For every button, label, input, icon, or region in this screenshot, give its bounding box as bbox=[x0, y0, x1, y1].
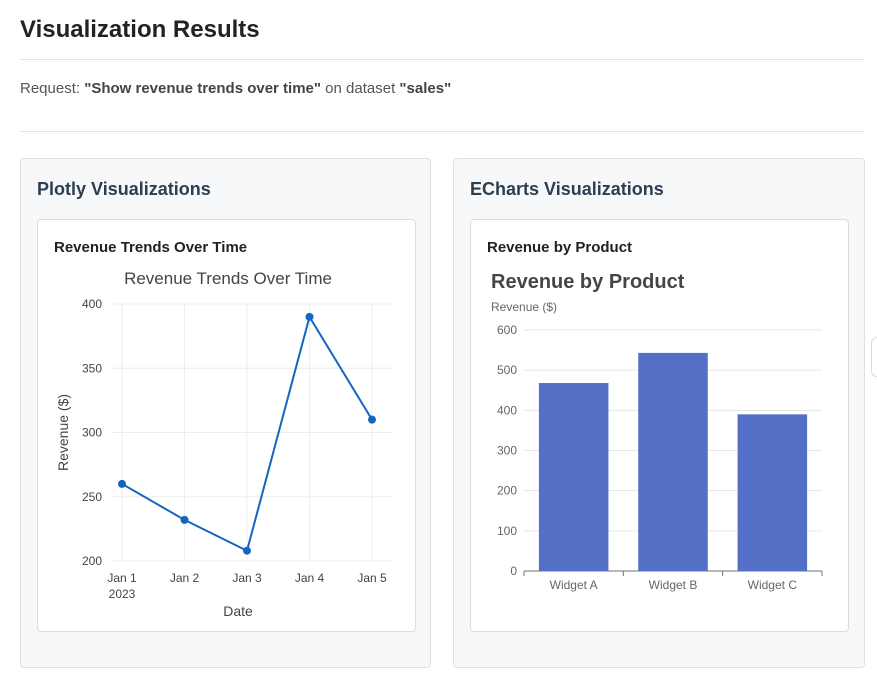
y-tick-label: 100 bbox=[497, 524, 517, 538]
y-tick-label: 300 bbox=[82, 426, 102, 440]
x-tick-label: Jan 2 bbox=[170, 571, 200, 585]
x-tick-label: Jan 3 bbox=[232, 571, 262, 585]
y-tick-label: 400 bbox=[497, 403, 517, 417]
chart-title: Revenue Trends Over Time bbox=[124, 269, 332, 288]
y-tick-label: 400 bbox=[82, 297, 102, 311]
request-prefix: Request: bbox=[20, 80, 85, 97]
bar bbox=[737, 414, 808, 571]
data-point bbox=[368, 415, 376, 424]
line-chart-card: Revenue Trends Over Time 200 250 300 350 400… bbox=[37, 219, 416, 632]
bar-chart-card: Revenue by Product Revenue by Product Rev… bbox=[470, 219, 849, 632]
request-line: Request: "Show revenue trends over time"… bbox=[20, 80, 451, 97]
request-divider bbox=[20, 131, 865, 132]
chart-title: Revenue by Product bbox=[491, 271, 685, 293]
y-tick-label: 250 bbox=[82, 490, 102, 504]
x-tick-label: Widget B bbox=[649, 578, 698, 592]
data-point bbox=[243, 546, 251, 555]
side-panel-tab[interactable] bbox=[871, 337, 877, 377]
y-tick-label: 0 bbox=[510, 564, 517, 578]
data-point bbox=[305, 312, 314, 321]
bar bbox=[538, 383, 609, 571]
x-tick-label: Jan 5 bbox=[357, 571, 387, 585]
x-tick-label: Jan 4 bbox=[295, 571, 325, 585]
page-title: Visualization Results bbox=[20, 16, 260, 43]
bar bbox=[638, 352, 708, 571]
y-tick-label: 200 bbox=[82, 554, 102, 568]
x-tick-label: Jan 1 bbox=[107, 571, 137, 585]
x-tick-label: Widget C bbox=[748, 578, 798, 592]
x-tick-label: Widget A bbox=[550, 578, 598, 592]
plotly-panel: Plotly Visualizations Revenue Trends Ove… bbox=[20, 158, 431, 668]
x-tick-sublabel: 2023 bbox=[109, 587, 136, 601]
title-divider bbox=[20, 59, 865, 60]
request-middle: on dataset bbox=[321, 80, 400, 97]
echarts-panel: ECharts Visualizations Revenue by Produc… bbox=[453, 158, 865, 668]
request-dataset: "sales" bbox=[399, 80, 452, 97]
plotly-panel-title: Plotly Visualizations bbox=[37, 179, 211, 199]
request-query: "Show revenue trends over time" bbox=[84, 80, 322, 97]
echarts-panel-title: ECharts Visualizations bbox=[470, 179, 664, 199]
line-chart[interactable]: 200 250 300 350 400 Jan 1 Jan 2 Jan 3 Jan 4 Jan 5… bbox=[38, 220, 417, 633]
bar-chart[interactable]: Revenue by Product Revenue ($) 0 100 200 300 4… bbox=[471, 220, 850, 633]
data-point bbox=[118, 479, 126, 488]
y-tick-label: 300 bbox=[497, 444, 517, 458]
y-axis-title: Revenue ($) bbox=[55, 394, 71, 471]
y-tick-label: 500 bbox=[497, 363, 517, 377]
data-point bbox=[180, 515, 189, 524]
y-tick-label: 600 bbox=[497, 323, 517, 337]
y-tick-label: 350 bbox=[82, 361, 102, 375]
y-tick-label: 200 bbox=[497, 484, 517, 498]
x-axis-title: Date bbox=[223, 603, 253, 619]
y-axis-title: Revenue ($) bbox=[491, 300, 557, 314]
